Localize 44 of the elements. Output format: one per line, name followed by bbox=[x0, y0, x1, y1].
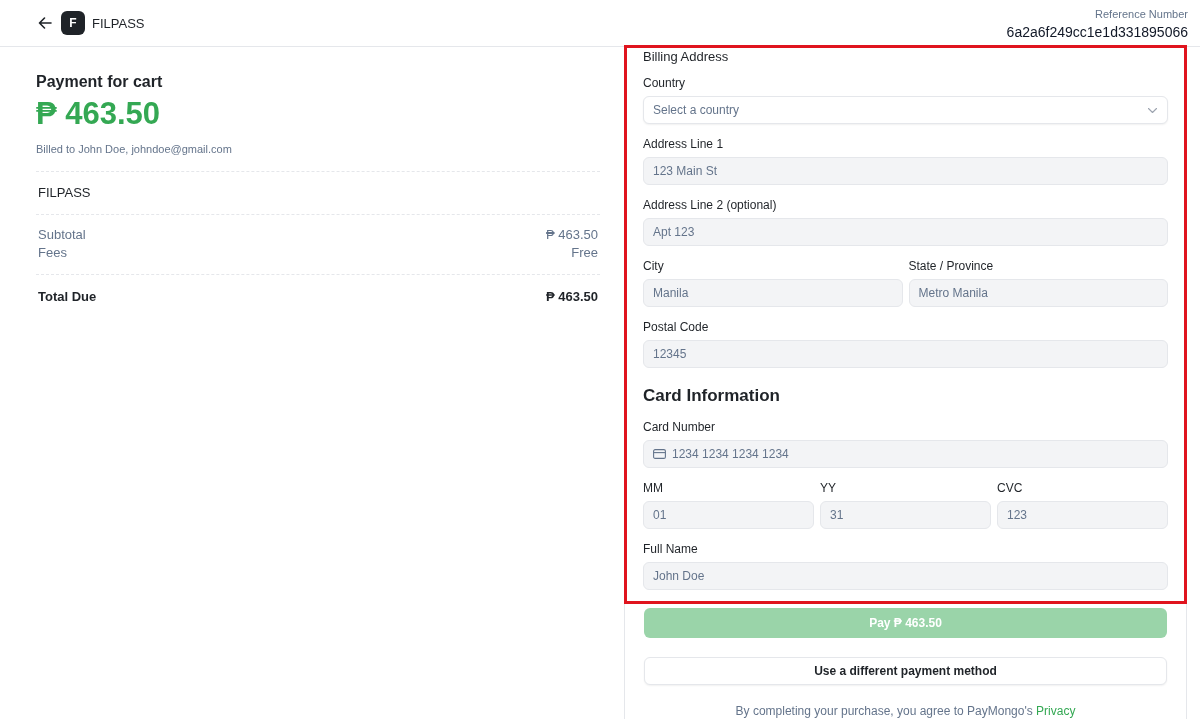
summary-label: Subtotal bbox=[38, 226, 86, 244]
summary-value: ₱ 463.50 bbox=[545, 226, 598, 244]
field-label: CVC bbox=[997, 480, 1023, 496]
merchant-name: FILPASS bbox=[38, 184, 91, 202]
payment-title: Payment for cart bbox=[36, 72, 163, 92]
credit-card-icon bbox=[653, 449, 666, 459]
different-method-button[interactable]: Use a different payment method bbox=[644, 657, 1167, 685]
summary-value: Free bbox=[571, 244, 598, 262]
reference-number: 6a2a6f249cc1e1d331895066 bbox=[1006, 22, 1188, 42]
field-label: Address Line 1 bbox=[643, 136, 724, 152]
text-field[interactable]: 01 bbox=[643, 501, 814, 529]
payment-amount: ₱ 463.50 bbox=[36, 96, 161, 132]
select-field[interactable]: Select a country bbox=[643, 96, 1168, 124]
text-field[interactable]: John Doe bbox=[643, 562, 1168, 590]
field-label: MM bbox=[643, 480, 663, 496]
text-field[interactable]: Manila bbox=[643, 279, 903, 307]
field-label: City bbox=[643, 258, 664, 274]
field-label: Full Name bbox=[643, 541, 698, 557]
text-field[interactable]: 123 bbox=[997, 501, 1168, 529]
text-field[interactable]: Apt 123 bbox=[643, 218, 1168, 246]
field-label: Card Number bbox=[643, 419, 716, 435]
total-label: Total Due bbox=[38, 288, 97, 306]
section-heading: Card Information bbox=[643, 385, 781, 407]
field-label: Postal Code bbox=[643, 319, 709, 335]
brand-name: FILPASS bbox=[92, 15, 145, 31]
back-arrow-icon[interactable] bbox=[38, 17, 52, 29]
text-field[interactable]: 12345 bbox=[643, 340, 1168, 368]
card-number-field[interactable]: 1234 1234 1234 1234 bbox=[643, 440, 1168, 468]
text-field[interactable]: Metro Manila bbox=[908, 279, 1168, 307]
field-label: Address Line 2 (optional) bbox=[643, 197, 777, 213]
terms-text: By completing your purchase, you agree to PayMongo's Privacy bbox=[734, 703, 1077, 719]
chevron-down-icon bbox=[1148, 107, 1157, 113]
text-field[interactable]: 31 bbox=[820, 501, 991, 529]
brand-logo-tile: F bbox=[61, 11, 85, 35]
section-heading: Billing Address bbox=[643, 48, 730, 66]
summary-label: Fees bbox=[38, 244, 67, 262]
reference-label: Reference Number bbox=[1095, 6, 1188, 22]
text-field[interactable]: 123 Main St bbox=[643, 157, 1168, 185]
field-label: YY bbox=[820, 480, 836, 496]
billed-to-text: Billed to John Doe, johndoe@gmail.com bbox=[36, 142, 232, 157]
field-label: State / Province bbox=[908, 258, 994, 274]
field-label: Country bbox=[643, 75, 686, 91]
total-value: ₱ 463.50 bbox=[545, 288, 598, 306]
privacy-link[interactable]: Privacy bbox=[1036, 704, 1076, 718]
